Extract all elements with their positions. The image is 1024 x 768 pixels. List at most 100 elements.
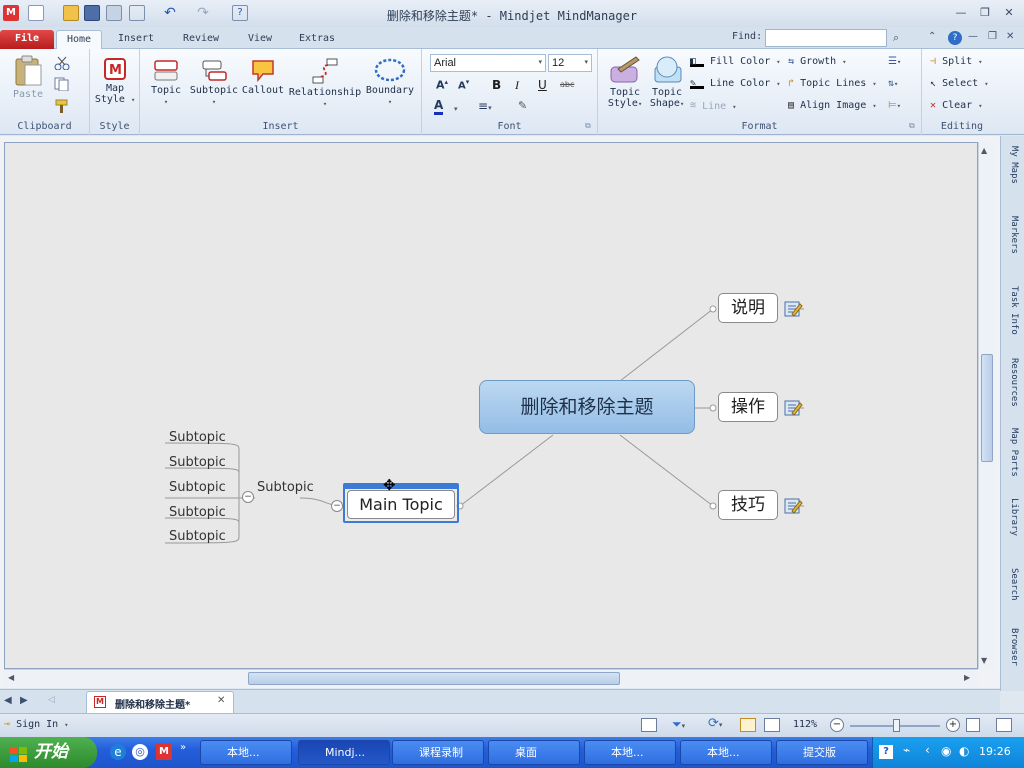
main-topic-selected[interactable]: Main Topic: [347, 490, 455, 519]
subtopic[interactable]: Subtopic: [257, 480, 314, 495]
italic-icon[interactable]: I: [515, 78, 519, 93]
tab-insert[interactable]: Insert: [112, 30, 160, 49]
align-icon[interactable]: ≡▾: [478, 99, 492, 113]
help-tray-icon[interactable]: ?: [879, 745, 893, 759]
volume-icon[interactable]: ◉: [941, 744, 951, 758]
tab-review[interactable]: Review: [176, 30, 226, 49]
collapse-ribbon-icon[interactable]: ⌃: [928, 31, 942, 45]
taskbar-item[interactable]: 本地...: [584, 740, 676, 765]
taskbar-item[interactable]: 本地...: [200, 740, 292, 765]
panel-tab-library[interactable]: Library: [1003, 498, 1023, 536]
sub-subtopic-4[interactable]: Subtopic: [169, 505, 226, 520]
fill-color-button[interactable]: ◧ Fill Color ▾: [690, 55, 781, 69]
indent-icon[interactable]: ⊨▾: [888, 99, 901, 113]
map-canvas[interactable]: 删除和移除主题 说明 操作 技巧 Main Topic ✥ − − Subtop…: [4, 142, 978, 669]
close-button[interactable]: ✕: [1002, 7, 1016, 19]
insert-relationship-button[interactable]: Relationship ▾: [286, 57, 364, 110]
topic-shape-button[interactable]: Topic Shape▾: [646, 55, 688, 110]
scroll-up-icon[interactable]: ▲: [981, 146, 987, 155]
quicklaunch-more-icon[interactable]: »: [180, 742, 186, 753]
taskbar-item[interactable]: 本地...: [680, 740, 772, 765]
panel-tab-search[interactable]: Search: [1003, 568, 1023, 601]
close-tab-icon[interactable]: ✕: [217, 695, 225, 706]
filter-icon[interactable]: ⏷▾: [672, 717, 685, 732]
layout-icon[interactable]: [996, 718, 1012, 732]
numbering-icon[interactable]: ☰▾: [888, 55, 901, 69]
insert-boundary-button[interactable]: Boundary ▾: [364, 57, 416, 108]
format-painter-icon[interactable]: [54, 99, 70, 113]
sub-subtopic-5[interactable]: Subtopic: [169, 529, 226, 544]
forward-arrow-icon[interactable]: ▶: [20, 695, 28, 706]
grow-font-icon[interactable]: A▴: [436, 78, 448, 92]
horizontal-scrollbar[interactable]: ◀ ▶: [4, 669, 978, 687]
doc-restore-button[interactable]: ❐: [988, 31, 997, 42]
zoom-slider-thumb[interactable]: [893, 719, 900, 732]
tab-view[interactable]: View: [240, 30, 280, 49]
clear-format-icon[interactable]: ✎: [518, 99, 527, 112]
tab-scroll-left-icon[interactable]: ◁: [48, 695, 55, 705]
taskbar-item[interactable]: 提交版: [776, 740, 868, 765]
scroll-right-icon[interactable]: ▶: [964, 673, 970, 682]
notes-icon[interactable]: [783, 497, 805, 515]
font-family-select[interactable]: Arial ▾: [430, 54, 546, 72]
align-image-button[interactable]: ▤ Align Image ▾: [788, 99, 877, 113]
zoom-out-icon[interactable]: −: [830, 718, 844, 732]
taskbar-item[interactable]: 桌面: [488, 740, 580, 765]
sign-in-button[interactable]: ⊸ Sign In ▾: [4, 719, 68, 730]
sort-icon[interactable]: ⇅▾: [888, 77, 898, 91]
scroll-left-icon[interactable]: ◀: [8, 673, 14, 682]
tray-expand-icon[interactable]: ‹: [925, 743, 930, 757]
strikethrough-icon[interactable]: abc: [560, 80, 574, 89]
panel-tab-browser[interactable]: Browser: [1003, 628, 1023, 666]
sync-icon[interactable]: ⟳▾: [708, 716, 722, 731]
document-tab[interactable]: M 删除和移除主题* ✕: [86, 691, 234, 713]
doc-minimize-button[interactable]: —: [968, 31, 978, 42]
insert-subtopic-button[interactable]: Subtopic ▾: [188, 57, 240, 108]
line-button[interactable]: ≋ Line ▾: [690, 99, 736, 114]
browser-icon[interactable]: ◎: [132, 744, 148, 760]
binoculars-icon[interactable]: ⌕: [893, 31, 913, 45]
shrink-font-icon[interactable]: A▾: [458, 78, 469, 91]
taskbar-item[interactable]: Mindj...: [298, 740, 390, 765]
map-view-icon[interactable]: [740, 718, 756, 732]
scroll-down-icon[interactable]: ▼: [981, 656, 987, 665]
horizontal-scroll-thumb[interactable]: [248, 672, 620, 685]
font-size-select[interactable]: 12 ▾: [548, 54, 592, 72]
vertical-scrollbar[interactable]: ▲ ▼: [978, 142, 995, 669]
topic-lines-button[interactable]: ↱ Topic Lines ▾: [788, 77, 877, 91]
collapse-toggle[interactable]: −: [331, 500, 343, 512]
find-input[interactable]: [765, 29, 887, 47]
panel-tab-task-info[interactable]: Task Info: [1003, 286, 1023, 335]
split-button[interactable]: ⊣ Split ▾: [930, 55, 982, 69]
font-color-dropdown[interactable]: ▾: [454, 101, 458, 114]
network-icon[interactable]: ⌁: [903, 743, 910, 757]
central-topic[interactable]: 删除和移除主题: [479, 380, 695, 434]
sub-subtopic-2[interactable]: Subtopic: [169, 455, 226, 470]
sub-subtopic-3[interactable]: Subtopic: [169, 480, 226, 495]
tab-file[interactable]: File: [0, 30, 54, 49]
clear-button[interactable]: ✕ Clear ▾: [930, 99, 982, 113]
doc-close-button[interactable]: ✕: [1006, 31, 1014, 42]
vertical-scroll-thumb[interactable]: [981, 354, 993, 462]
zoom-in-icon[interactable]: +: [946, 718, 960, 732]
shield-icon[interactable]: ◐: [959, 744, 969, 758]
font-color-icon[interactable]: A: [434, 99, 444, 115]
collapse-toggle[interactable]: −: [242, 491, 254, 503]
main-topic-shuoming[interactable]: 说明: [718, 293, 778, 323]
notes-icon[interactable]: [783, 399, 805, 417]
mindmanager-quicklaunch-icon[interactable]: M: [156, 744, 172, 760]
topic-style-button[interactable]: Topic Style▾: [602, 55, 648, 110]
select-button[interactable]: ↖ Select ▾: [930, 77, 988, 91]
fullscreen-icon[interactable]: [966, 718, 980, 732]
copy-icon[interactable]: [54, 77, 70, 91]
restore-button[interactable]: ❐: [978, 7, 992, 19]
panel-tab-my-maps[interactable]: My Maps: [1003, 146, 1023, 184]
help-circle-icon[interactable]: ?: [948, 31, 962, 45]
outline-view-icon[interactable]: [764, 718, 780, 732]
map-style-button[interactable]: M Map Style ▾: [94, 57, 136, 106]
insert-callout-button[interactable]: Callout: [240, 57, 286, 96]
main-topic-caozuo[interactable]: 操作: [718, 392, 778, 422]
tab-extras[interactable]: Extras: [292, 30, 342, 49]
taskbar-item[interactable]: 课程录制: [392, 740, 484, 765]
back-arrow-icon[interactable]: ◀: [4, 695, 12, 706]
